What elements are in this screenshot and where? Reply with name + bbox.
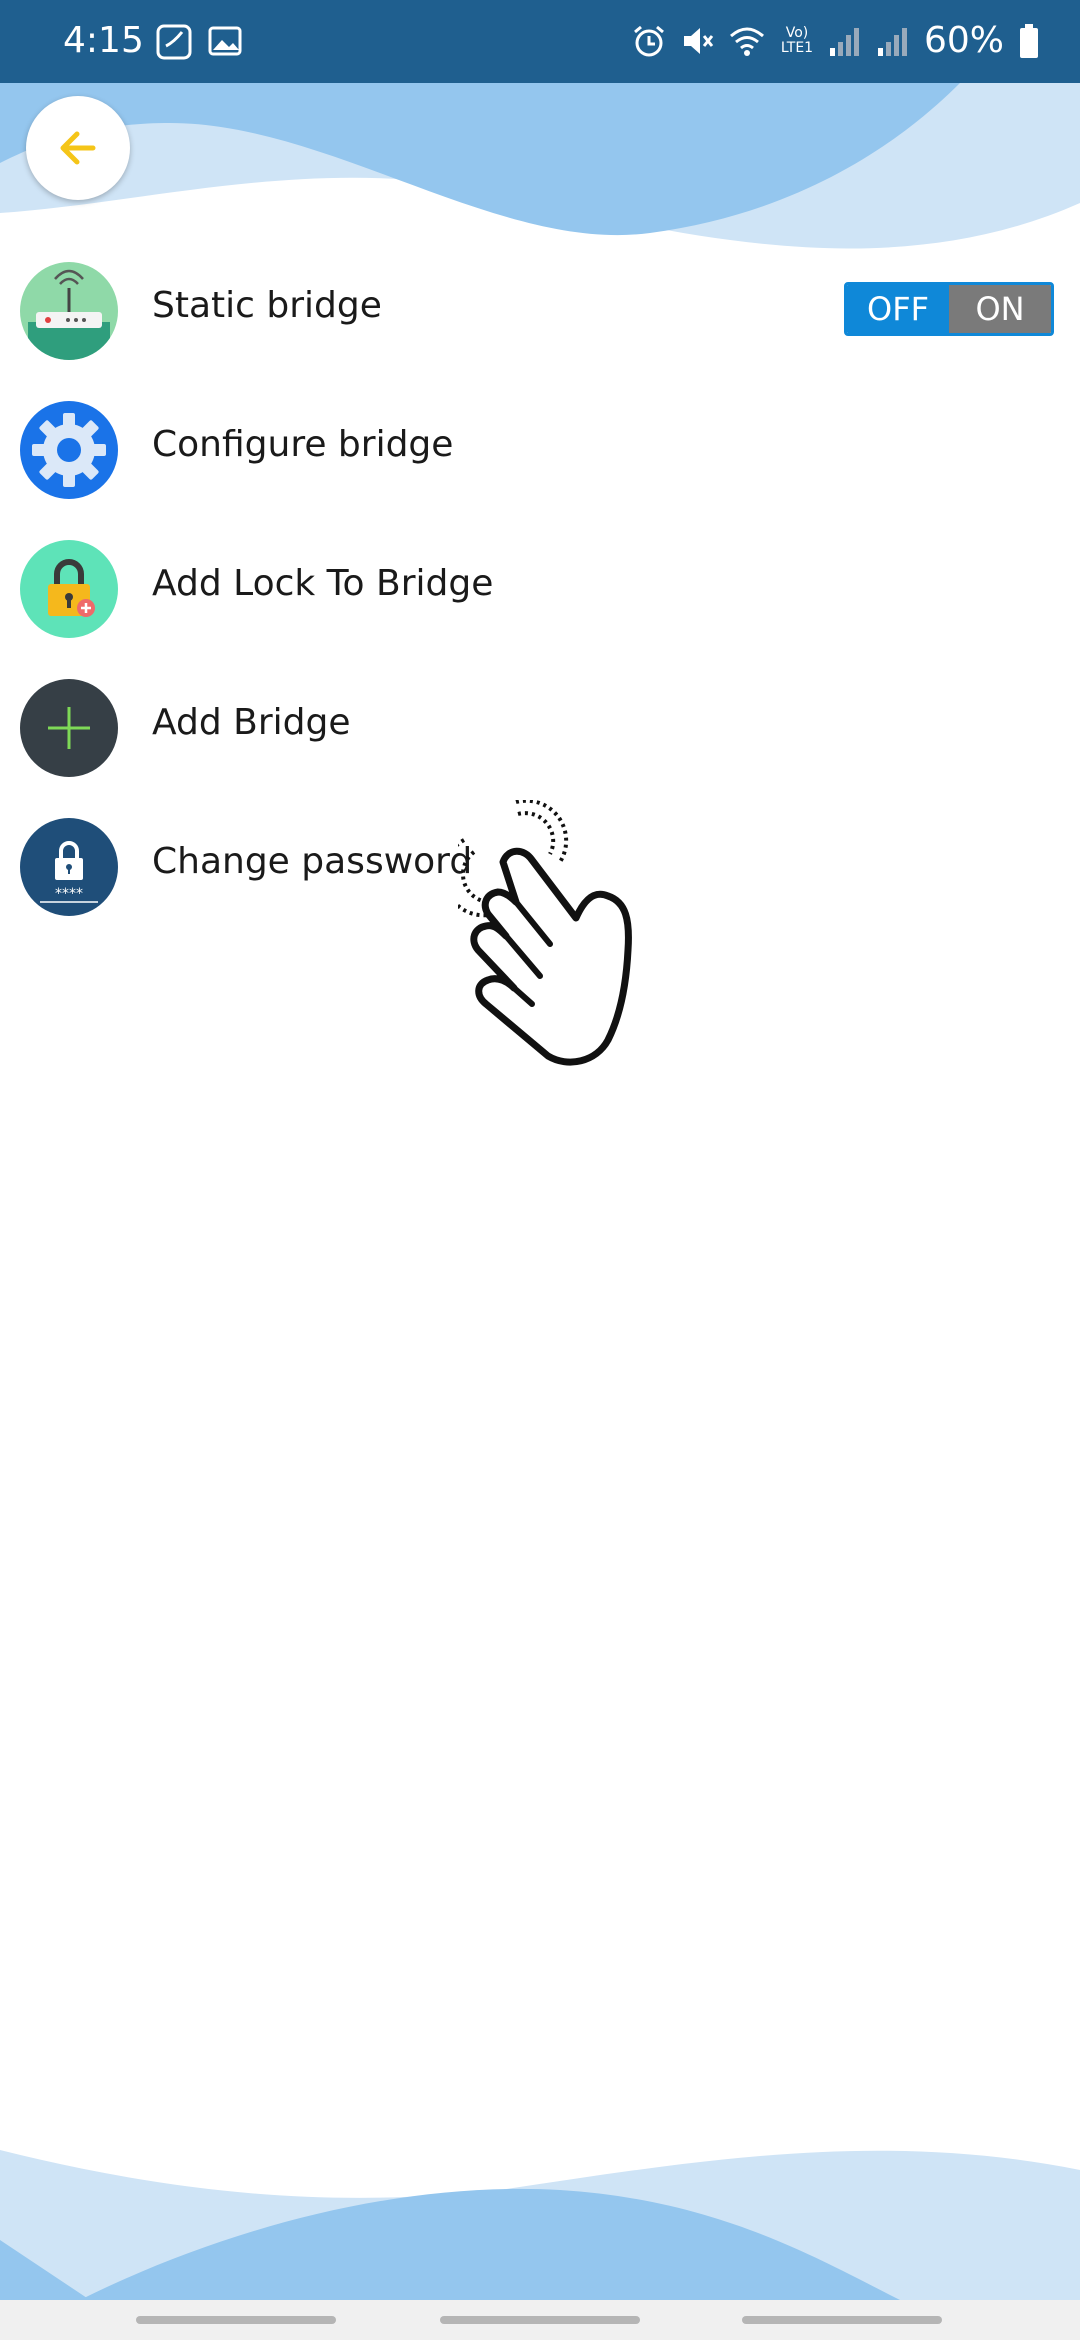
wifi-icon: [729, 27, 764, 56]
menu-item-label: Configure bridge: [152, 424, 454, 465]
menu-item-configure-bridge[interactable]: Configure bridge: [0, 386, 1080, 516]
menu-item-label: Add Lock To Bridge: [152, 563, 494, 604]
lock-plus-icon: [20, 540, 118, 638]
static-bridge-toggle[interactable]: OFF ON: [844, 282, 1054, 336]
signal-icon: [877, 27, 907, 56]
battery-percent: 60%: [923, 20, 1004, 61]
navigation-bar: [0, 2300, 1080, 2340]
gallery-icon: [208, 26, 242, 56]
status-bar: 4:15 Vo) LTE1 60%: [0, 0, 1080, 83]
menu-item-label: Add Bridge: [152, 702, 351, 743]
status-right: Vo) LTE1 60%: [632, 20, 1040, 61]
nav-back-button[interactable]: [742, 2316, 942, 2324]
tap-hand-icon: [458, 800, 632, 1066]
mute-icon: [683, 27, 714, 54]
router-icon: [20, 262, 118, 360]
gear-icon: [20, 401, 118, 499]
nav-home-button[interactable]: [440, 2316, 640, 2324]
nav-recents-button[interactable]: [136, 2316, 336, 2324]
signal-icon: [829, 27, 859, 56]
alarm-icon: [634, 25, 664, 56]
back-button[interactable]: [26, 96, 130, 200]
plus-icon: [20, 679, 118, 777]
menu-item-add-lock-to-bridge[interactable]: Add Lock To Bridge: [0, 525, 1080, 655]
menu-item-label: Static bridge: [152, 285, 382, 326]
toggle-on-label: ON: [949, 285, 1051, 333]
network-label: Vo) LTE1: [780, 24, 814, 56]
saavn-icon: [156, 24, 192, 60]
menu-item-add-bridge[interactable]: Add Bridge: [0, 664, 1080, 794]
status-time: 4:15: [63, 20, 144, 61]
battery-icon: [1020, 23, 1038, 58]
password-lock-icon: ****: [20, 818, 118, 916]
footer-waves: [0, 2150, 1080, 2300]
menu-item-label: Change password: [152, 841, 473, 882]
back-arrow-icon: [60, 131, 96, 165]
toggle-off-label: OFF: [847, 285, 949, 333]
svg-text:****: ****: [55, 886, 83, 902]
